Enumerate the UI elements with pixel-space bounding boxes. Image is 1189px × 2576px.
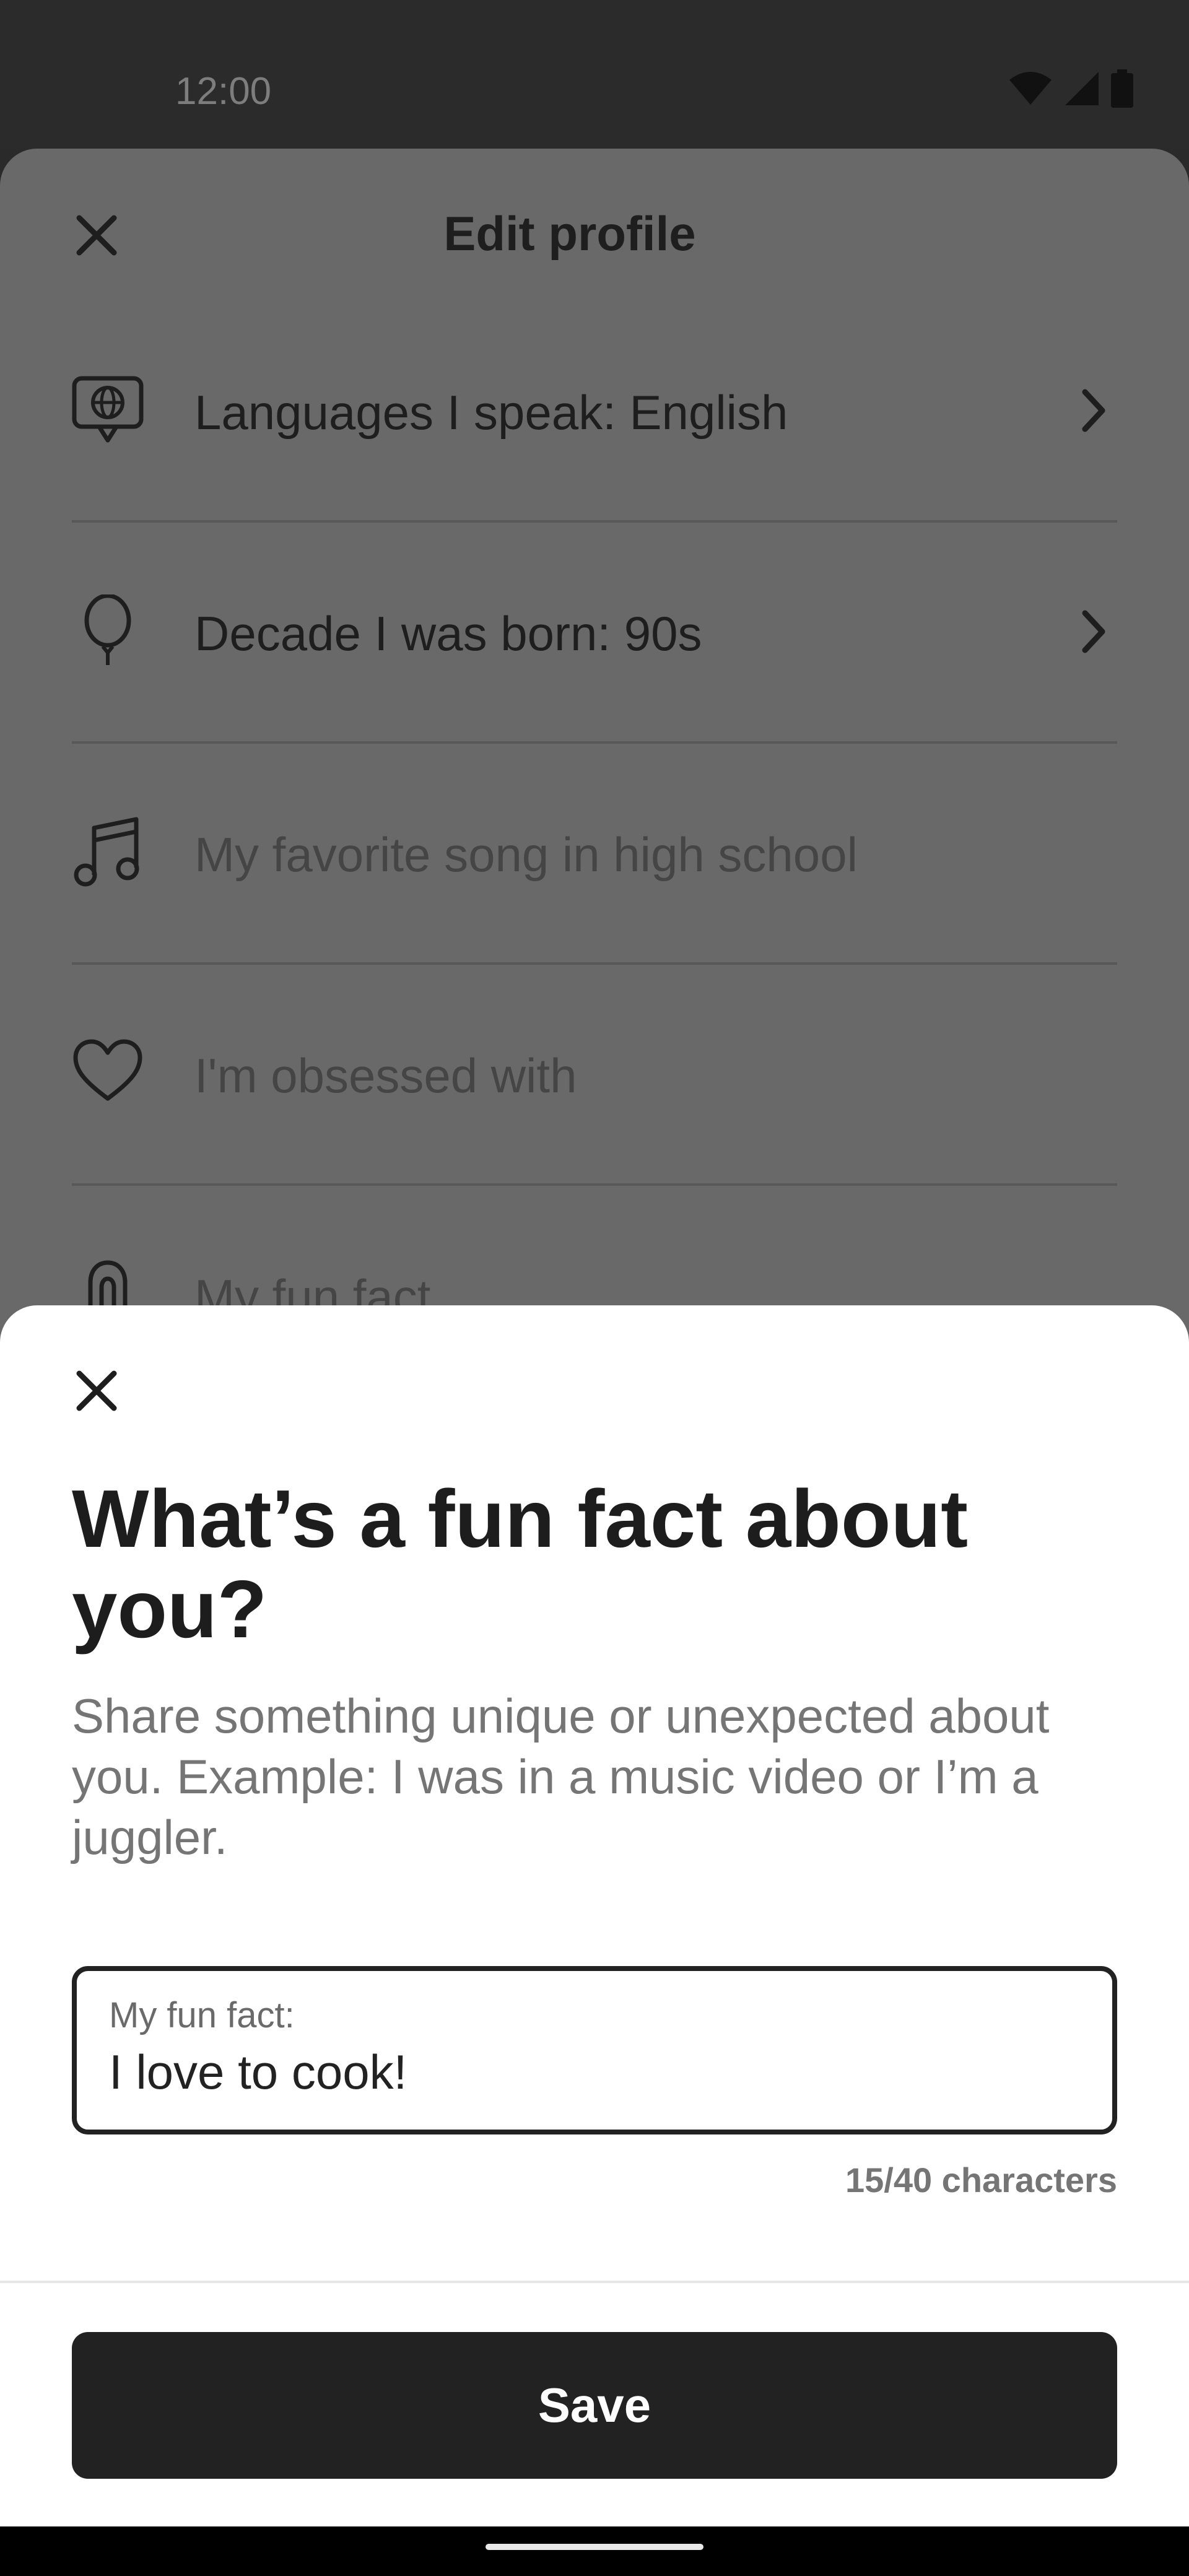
edit-profile-screen: Edit profile Languages I speak: English … [0, 149, 1189, 1387]
profile-item-label: My favorite song in high school [194, 827, 858, 882]
chevron-right-icon [1082, 610, 1105, 653]
signal-icon [1065, 72, 1099, 105]
status-icons [1008, 69, 1133, 108]
heart-icon [73, 1039, 142, 1101]
fun-fact-sheet: What’s a fun fact about you? Share somet… [0, 1305, 1189, 2526]
character-count: 15/40 characters [845, 2160, 1117, 2200]
balloon-icon [84, 594, 131, 665]
input-label: My fun fact: [109, 1995, 295, 2035]
profile-item-decade[interactable]: Decade I was born: 90s [72, 520, 1117, 744]
fun-fact-input[interactable]: My fun fact: I love to cook! [72, 1966, 1117, 2134]
profile-item-label: Languages I speak: English [194, 385, 788, 440]
save-button[interactable]: Save [72, 2332, 1117, 2479]
close-icon[interactable] [72, 1366, 121, 1416]
sheet-title: What’s a fun fact about you? [72, 1473, 969, 1655]
profile-item-obsessed-with[interactable]: I'm obsessed with [72, 962, 1117, 1186]
status-time: 12:00 [175, 70, 272, 113]
page-title: Edit profile [443, 206, 696, 261]
wifi-icon [1009, 72, 1052, 105]
input-value[interactable]: I love to cook! [109, 2044, 407, 2100]
divider [0, 2281, 1189, 2283]
chevron-right-icon [1082, 389, 1105, 432]
system-nav-bar [0, 2526, 1189, 2576]
profile-item-label: I'm obsessed with [194, 1048, 577, 1103]
music-note-icon [74, 817, 139, 887]
battery-icon [1111, 69, 1133, 108]
status-bar: 12:00 [0, 0, 1189, 149]
sheet-description: Share something unique or unexpected abo… [72, 1689, 1050, 1865]
profile-item-label: Decade I was born: 90s [194, 606, 702, 661]
language-speech-bubble-icon [72, 376, 144, 443]
profile-item-languages[interactable]: Languages I speak: English [72, 299, 1117, 523]
home-indicator[interactable] [486, 2544, 703, 2550]
profile-item-favorite-song[interactable]: My favorite song in high school [72, 741, 1117, 965]
